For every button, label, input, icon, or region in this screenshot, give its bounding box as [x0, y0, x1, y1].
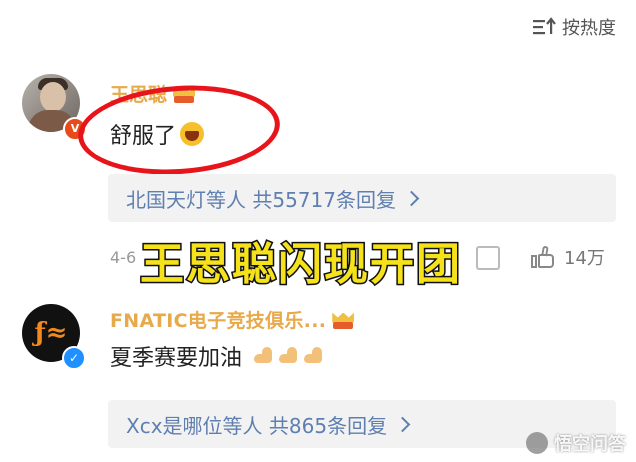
highlight-circle — [75, 79, 283, 181]
chevron-right-icon — [403, 190, 420, 206]
comment-timestamp: 4-6 — [110, 248, 137, 267]
flexed-biceps-icons — [252, 346, 324, 366]
sort-icon — [532, 16, 556, 38]
flexed-biceps-icon — [277, 346, 299, 366]
reply-summary-text: Xcx是哪位等人 共865条回复 — [126, 413, 388, 438]
watermark-text: 悟空问答 — [554, 434, 626, 455]
reply-summary-link[interactable]: 北国天灯等人 共55717条回复 — [108, 174, 616, 222]
reply-summary-text: 北国天灯等人 共55717条回复 — [126, 187, 396, 212]
flexed-biceps-icon — [302, 346, 324, 366]
flexed-biceps-icon — [252, 346, 274, 366]
chevron-right-icon — [394, 416, 411, 432]
crown-icon — [332, 310, 355, 330]
username-text: FNATIC电子竞技俱乐... — [110, 310, 327, 332]
sort-label: 按热度 — [562, 18, 616, 39]
like-button[interactable]: 14万 — [530, 244, 605, 270]
fnatic-logo-icon: ƒ≈ — [34, 318, 68, 348]
thumbs-up-icon — [530, 245, 556, 269]
comment-icon[interactable] — [476, 246, 500, 270]
comment-body: 夏季赛要加油 — [110, 346, 243, 371]
comment-text: 夏季赛要加油 — [110, 340, 324, 372]
video-caption: 王思聪闪现开团 — [139, 238, 462, 292]
comment-username[interactable]: FNATIC电子竞技俱乐... — [110, 306, 355, 333]
sort-by-hot-button[interactable]: 按热度 — [532, 14, 616, 40]
watermark-logo-icon — [526, 432, 548, 454]
like-count: 14万 — [564, 248, 605, 269]
watermark: 悟空问答 — [526, 430, 626, 456]
verified-icon: ✓ — [62, 346, 86, 370]
